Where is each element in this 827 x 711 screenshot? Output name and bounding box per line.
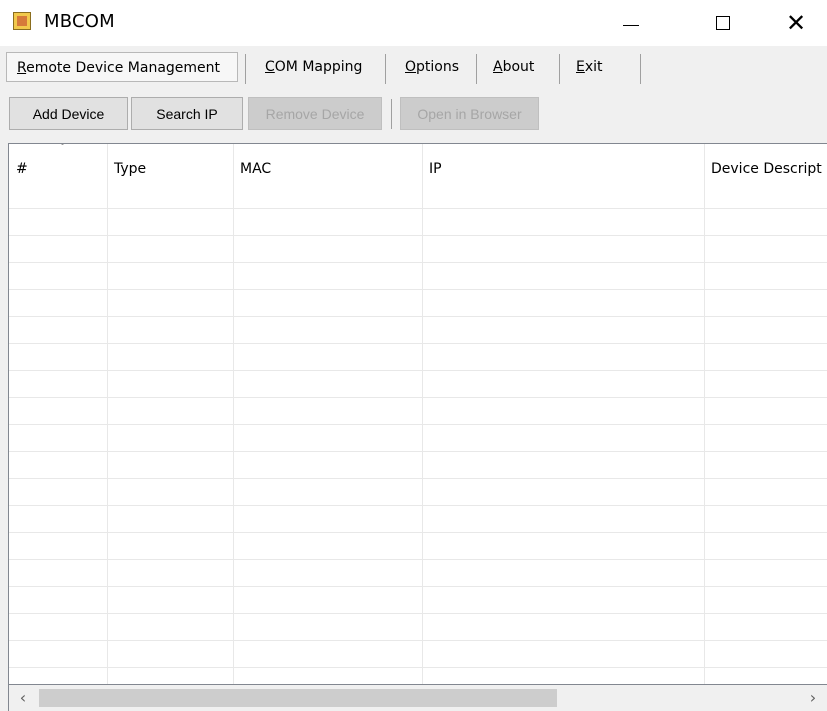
grid-row-line	[9, 262, 827, 263]
tab-label: emote Device Management	[26, 60, 221, 76]
grid-row-line	[9, 289, 827, 290]
grid-row-line	[9, 586, 827, 587]
menu-about[interactable]: About	[483, 52, 544, 82]
grid-row-line	[9, 451, 827, 452]
mnemonic: C	[265, 59, 275, 75]
menu-bar: Remote Device Management COM Mapping Opt…	[0, 46, 827, 94]
grid-row-line	[9, 559, 827, 560]
remove-device-button[interactable]: Remove Device	[248, 97, 382, 130]
mnemonic: O	[405, 59, 417, 75]
app-icon	[13, 12, 31, 30]
add-device-button[interactable]: Add Device	[9, 97, 128, 130]
menu-label: OM Mapping	[274, 59, 363, 75]
tab-remote-device-management[interactable]: Remote Device Management	[6, 52, 238, 82]
grid-row-line	[9, 343, 827, 344]
minimize-button[interactable]	[600, 0, 662, 46]
scrollbar-thumb[interactable]	[39, 689, 557, 707]
grid-column-line	[422, 144, 423, 684]
menu-label: xit	[584, 59, 603, 75]
menu-label: ptions	[416, 59, 460, 75]
grid-row-line	[9, 640, 827, 641]
title-bar: MBCOM ✕	[0, 0, 827, 47]
menu-exit[interactable]: Exit	[566, 52, 613, 82]
column-label: #	[16, 161, 28, 177]
maximize-icon	[716, 16, 730, 30]
menu-separator	[476, 54, 477, 84]
menu-separator	[559, 54, 560, 84]
column-header-number[interactable]: # ﹀	[9, 144, 107, 195]
grid-column-line	[233, 144, 234, 684]
open-in-browser-button[interactable]: Open in Browser	[400, 97, 539, 130]
grid-row-line	[9, 613, 827, 614]
grid-column-line	[107, 144, 108, 684]
menu-separator	[385, 54, 386, 84]
column-header-type[interactable]: Type	[107, 144, 233, 195]
toolbar: Add Device Search IP Remove Device Open …	[0, 94, 827, 144]
menu-options[interactable]: Options	[395, 52, 469, 82]
grid-row-line	[9, 667, 827, 668]
grid-row-line	[9, 397, 827, 398]
window-title: MBCOM	[44, 11, 115, 32]
grid-row-line	[9, 370, 827, 371]
close-icon: ✕	[785, 9, 807, 37]
menu-com-mapping[interactable]: COM Mapping	[255, 52, 372, 82]
grid-row-line	[9, 478, 827, 479]
mnemonic: A	[493, 59, 503, 75]
grid-row-line	[9, 208, 827, 209]
horizontal-scrollbar[interactable]: ‹ ›	[8, 685, 827, 711]
mnemonic: E	[576, 59, 585, 75]
mbcom-window: MBCOM ✕ Remote Device Management COM Map…	[0, 0, 827, 711]
toolbar-separator	[391, 99, 392, 129]
column-header-device-description[interactable]: Device Descript	[704, 144, 827, 195]
menu-separator	[245, 54, 246, 84]
minimize-icon	[623, 24, 639, 26]
column-header-ip[interactable]: IP	[422, 144, 704, 195]
grid-row-line	[9, 505, 827, 506]
grid-row-line	[9, 532, 827, 533]
scroll-right-arrow-icon[interactable]: ›	[799, 685, 827, 711]
scroll-left-arrow-icon[interactable]: ‹	[9, 685, 37, 711]
mnemonic: R	[17, 60, 27, 76]
grid-column-line	[704, 144, 705, 684]
grid-row-line	[9, 235, 827, 236]
search-ip-button[interactable]: Search IP	[131, 97, 243, 130]
maximize-button[interactable]	[692, 0, 754, 46]
close-button[interactable]: ✕	[765, 0, 827, 46]
device-list[interactable]: # ﹀ Type MAC IP Device Descript	[8, 143, 827, 685]
grid-row-line	[9, 424, 827, 425]
grid-row-line	[9, 316, 827, 317]
sort-chevron-icon: ﹀	[57, 143, 68, 153]
menu-label: bout	[502, 59, 535, 75]
menu-separator	[640, 54, 641, 84]
column-header-mac[interactable]: MAC	[233, 144, 422, 195]
